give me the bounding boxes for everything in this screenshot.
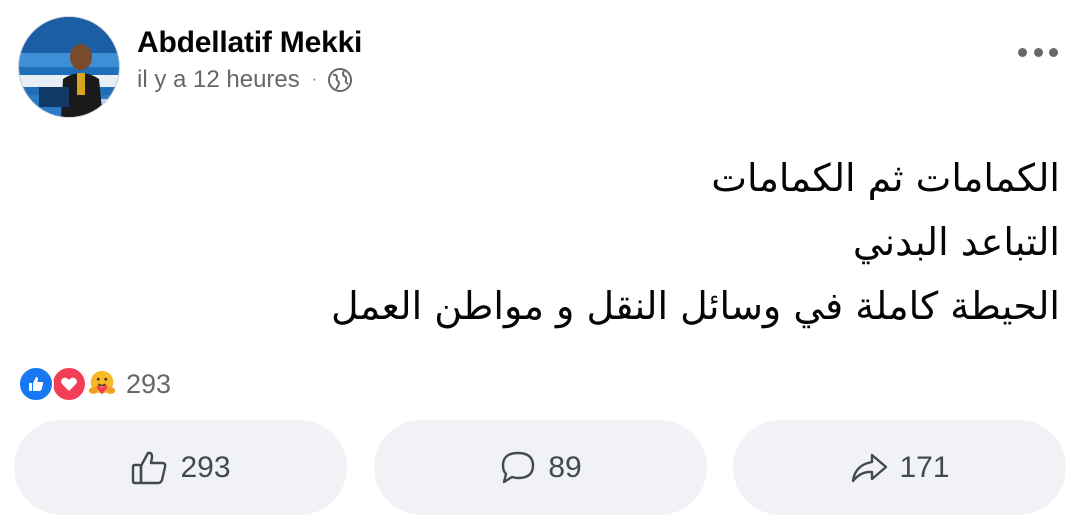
post-text-line: الكمامات ثم الكمامات	[711, 156, 1060, 200]
post-text: الكمامات ثم الكمامات التباعد البدني الحي…	[160, 146, 1060, 338]
share-count: 171	[899, 450, 950, 484]
care-reaction-icon	[84, 366, 120, 402]
comment-count: 89	[548, 450, 582, 484]
like-count: 293	[180, 450, 231, 484]
post-text-line: التباعد البدني	[852, 220, 1060, 264]
post-text-line: الحيطة كاملة في وسائل النقل و مواطن العم…	[330, 284, 1060, 328]
comment-button[interactable]: 89	[373, 420, 707, 515]
reactions-summary[interactable]: 293	[18, 366, 171, 402]
share-button[interactable]: 171	[733, 420, 1066, 515]
meta-separator: ·	[311, 71, 318, 88]
post-meta: il y a 12 heures ·	[137, 66, 353, 94]
reaction-count: 293	[126, 368, 172, 399]
timestamp[interactable]: il y a 12 heures	[137, 66, 300, 94]
more-dot	[1049, 47, 1058, 57]
love-reaction-icon	[51, 366, 87, 402]
post-card: Abdellatif Mekki il y a 12 heures · الكم…	[0, 0, 1080, 522]
more-options-icon[interactable]	[1018, 40, 1058, 64]
action-bar: 293 89 171	[14, 420, 1066, 515]
globe-icon	[327, 67, 353, 93]
avatar[interactable]	[18, 16, 120, 118]
share-icon	[852, 453, 888, 482]
like-reaction-icon	[18, 366, 54, 402]
more-dot	[1018, 47, 1027, 57]
author-name[interactable]: Abdellatif Mekki	[137, 26, 362, 60]
more-dot	[1033, 47, 1043, 57]
comment-icon	[502, 451, 535, 483]
like-button[interactable]: 293	[14, 420, 347, 515]
thumbs-up-icon	[132, 451, 167, 484]
